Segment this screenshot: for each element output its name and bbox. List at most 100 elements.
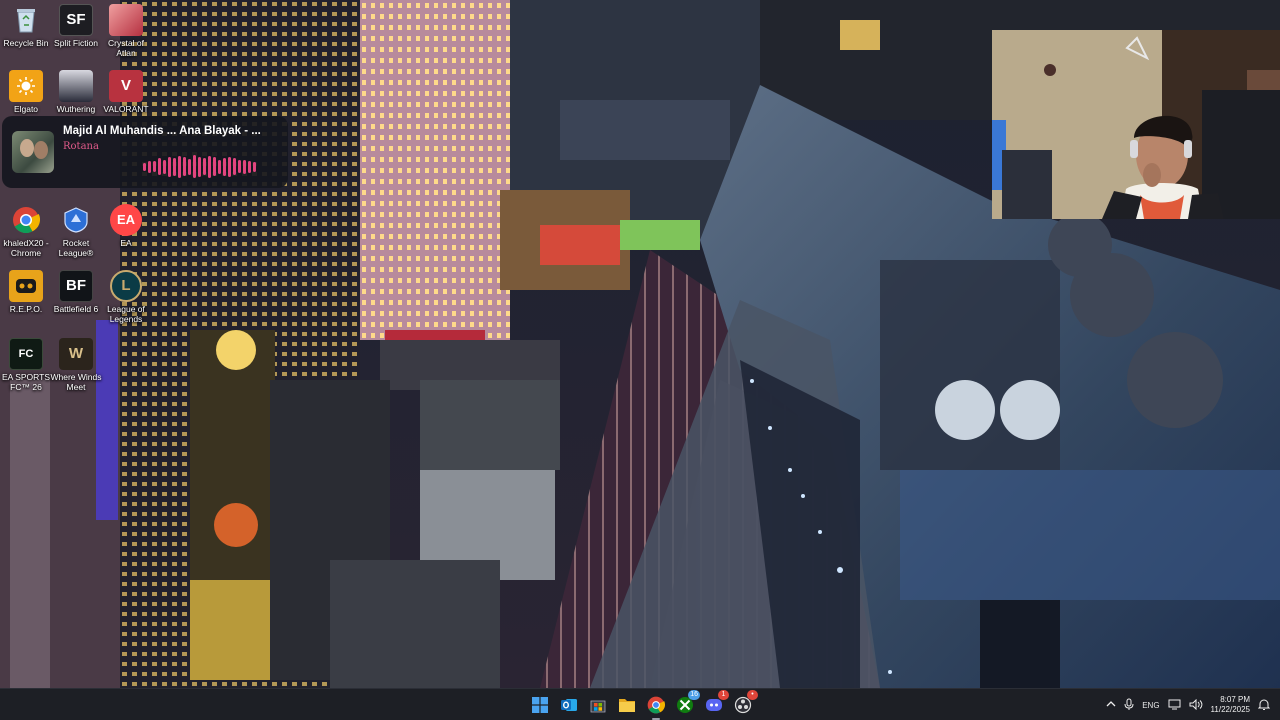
- clock-date: 11/22/2025: [1210, 705, 1250, 714]
- start-button[interactable]: [528, 693, 552, 717]
- discord-badge: 1: [718, 690, 729, 700]
- visualizer-bar: [188, 158, 191, 175]
- obs-badge: •: [747, 690, 758, 700]
- xbox-badge: 16: [688, 690, 700, 700]
- microphone-icon[interactable]: [1124, 698, 1134, 713]
- audio-visualizer: [143, 154, 278, 180]
- clock[interactable]: 8:07 PM 11/22/2025: [1211, 695, 1250, 715]
- desktop-icon-rocket-league[interactable]: Rocket League®: [50, 204, 102, 258]
- network-icon[interactable]: [1168, 699, 1181, 712]
- visualizer-bar: [218, 159, 221, 174]
- desktop-icon-crystal-of-atlan[interactable]: Crystal of Atlan: [100, 4, 152, 58]
- taskbar-discord[interactable]: 1: [702, 690, 729, 717]
- visualizer-bar: [183, 157, 186, 176]
- valorant-icon: V: [109, 70, 143, 102]
- chrome-icon: [9, 204, 43, 236]
- ea-sports-fc-icon: FC: [9, 338, 43, 370]
- taskbar-obs[interactable]: •: [731, 690, 758, 717]
- desktop-icon-label: Crystal of Atlan: [108, 38, 144, 58]
- webcam-feed: [992, 30, 1280, 219]
- repo-robot-icon: [9, 270, 43, 302]
- visualizer-bar: [243, 159, 246, 174]
- track-title: Majid Al Muhandis ... Ana Blayak - ...: [63, 124, 261, 137]
- visualizer-bar: [143, 162, 146, 171]
- desktop-icon-label: Battlefield 6: [53, 304, 99, 314]
- taskbar-file-explorer[interactable]: [615, 693, 639, 717]
- album-art: [12, 131, 54, 173]
- outlook-icon: [561, 699, 577, 711]
- desktop-icon-label: Split Fiction: [54, 38, 98, 48]
- desktop-icon-elgato[interactable]: Elgato: [0, 70, 52, 114]
- visualizer-bar: [168, 156, 171, 177]
- visualizer-bar: [163, 159, 166, 174]
- visualizer-bar: [208, 155, 211, 178]
- desktop-icon-recycle-bin[interactable]: Recycle Bin: [0, 4, 52, 48]
- visualizer-bar: [193, 155, 196, 178]
- desktop-icon-label: Rocket League®: [58, 238, 94, 258]
- league-of-legends-icon: L: [110, 270, 142, 302]
- taskbar-outlook[interactable]: [557, 693, 581, 717]
- chevron-up-icon[interactable]: [1106, 700, 1116, 710]
- desktop-icon-league-of-legends[interactable]: L League of Legends: [100, 270, 152, 324]
- taskbar-apps: 16 1 •: [528, 690, 758, 720]
- where-winds-meet-icon: W: [59, 338, 93, 370]
- chrome-icon: [647, 696, 665, 714]
- file-explorer-icon: [619, 699, 635, 712]
- desktop-icon-split-fiction[interactable]: SF Split Fiction: [50, 4, 102, 48]
- desktop-icon-where-winds-meet[interactable]: W Where Winds Meet: [50, 338, 102, 392]
- ea-icon: EA: [110, 204, 142, 236]
- visualizer-bar: [173, 157, 176, 176]
- rocket-league-icon: [59, 204, 93, 236]
- visualizer-bar: [253, 161, 256, 172]
- now-playing-widget[interactable]: Majid Al Muhandis ... Ana Blayak - ... R…: [2, 116, 288, 188]
- visualizer-bar: [158, 158, 161, 175]
- taskbar-chrome[interactable]: [644, 693, 668, 720]
- visualizer-bar: [228, 156, 231, 177]
- taskbar: 16 1 • ENG 8:07 PM 11/22/2025: [0, 688, 1280, 720]
- system-tray: ENG 8:07 PM 11/22/2025: [1106, 689, 1271, 720]
- visualizer-bar: [153, 161, 156, 172]
- desktop-icon-chrome[interactable]: khaledX20 - Chrome: [0, 204, 52, 258]
- desktop-icon-label: League of Legends: [107, 304, 145, 324]
- visualizer-bar: [178, 155, 181, 178]
- visualizer-bar: [238, 160, 241, 173]
- wuthering-waves-icon: [59, 70, 93, 102]
- visualizer-bar: [233, 158, 236, 175]
- visualizer-bar: [148, 160, 151, 173]
- track-artist: Rotana: [63, 140, 99, 152]
- recycle-bin-icon: [9, 4, 43, 36]
- desktop-icon-label: EA: [120, 238, 132, 248]
- desktop-icon-label: EA SPORTS FC™ 26: [1, 372, 51, 392]
- volume-icon[interactable]: [1189, 698, 1203, 712]
- visualizer-bar: [213, 157, 216, 176]
- webcam-overlay: [992, 30, 1280, 219]
- desktop-icon-label: Recycle Bin: [3, 38, 49, 48]
- visualizer-bar: [248, 160, 251, 173]
- visualizer-bar: [203, 158, 206, 175]
- split-fiction-icon: SF: [59, 4, 93, 36]
- windows-start-icon: [532, 697, 548, 713]
- crystal-of-atlan-icon: [109, 4, 143, 36]
- desktop-icon-label: khaledX20 - Chrome: [3, 238, 49, 258]
- taskbar-store[interactable]: [586, 693, 610, 717]
- desktop-icon-label: VALORANT: [103, 104, 149, 114]
- desktop-icon-label: Wuthering: [56, 104, 96, 114]
- desktop-icon-label: Elgato: [13, 104, 39, 114]
- visualizer-bar: [223, 157, 226, 176]
- language-indicator[interactable]: ENG: [1142, 701, 1159, 710]
- desktop-icon-label: Where Winds Meet: [50, 372, 102, 392]
- desktop-icon-repo[interactable]: R.E.P.O.: [0, 270, 52, 314]
- battlefield-icon: BF: [59, 270, 93, 302]
- visualizer-bar: [198, 156, 201, 177]
- microsoft-store-icon: [590, 700, 606, 713]
- desktop-icon-label: R.E.P.O.: [9, 304, 43, 314]
- notification-bell-icon[interactable]: [1257, 698, 1271, 713]
- desktop-icon-wuthering[interactable]: Wuthering: [50, 70, 102, 114]
- clock-time: 8:07 PM: [1220, 695, 1250, 704]
- elgato-sun-icon: [9, 70, 43, 102]
- desktop-icon-ea[interactable]: EA EA: [100, 204, 152, 248]
- desktop-icon-battlefield-6[interactable]: BF Battlefield 6: [50, 270, 102, 314]
- desktop-icon-ea-fc-26[interactable]: FC EA SPORTS FC™ 26: [0, 338, 52, 392]
- desktop-icon-valorant[interactable]: V VALORANT: [100, 70, 152, 114]
- taskbar-xbox[interactable]: 16: [673, 690, 700, 717]
